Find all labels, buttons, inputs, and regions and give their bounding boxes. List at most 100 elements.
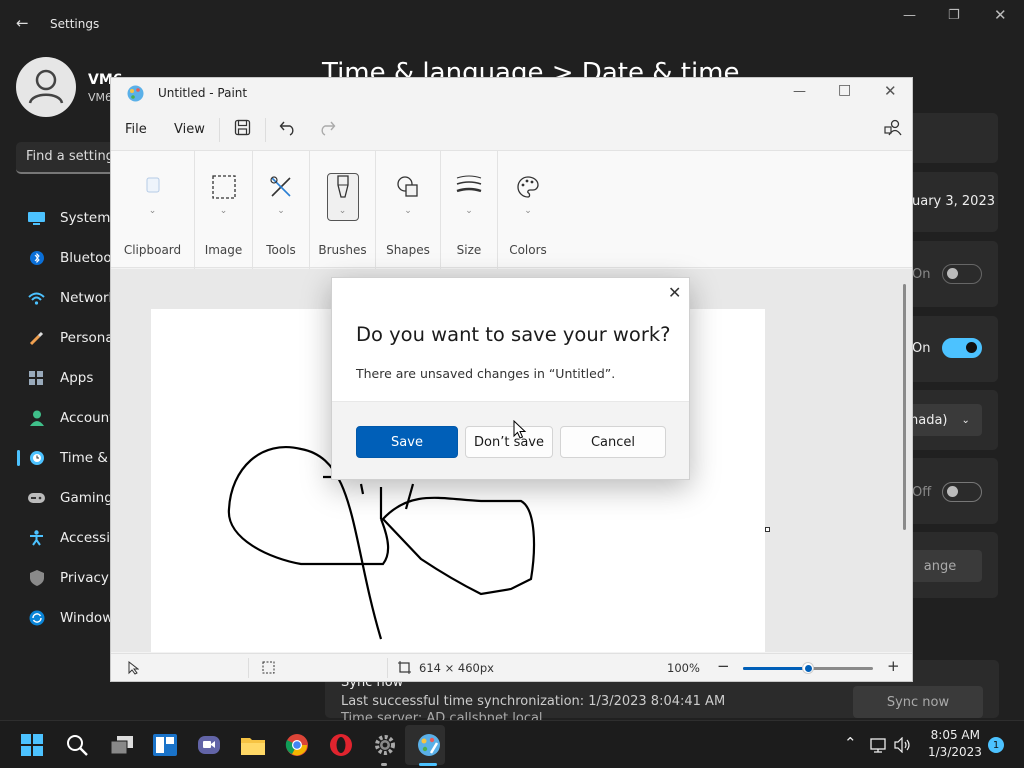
nav-item-gaming[interactable]: Gaming	[0, 478, 115, 518]
mouse-cursor-icon	[513, 420, 527, 439]
toggle-label: On	[912, 341, 931, 356]
status-divider	[387, 658, 388, 678]
nav-label: Network	[60, 290, 117, 306]
paint-minimize-button[interactable]: —	[793, 84, 806, 99]
zoom-slider[interactable]	[743, 662, 873, 674]
undo-icon[interactable]	[279, 119, 297, 136]
dst-toggle[interactable]	[942, 482, 982, 502]
set-timezone-auto-toggle[interactable]	[942, 338, 982, 358]
vertical-scrollbar[interactable]	[903, 284, 906, 530]
nav-item-windows-update[interactable]: Windows Update	[0, 598, 173, 638]
ribbon-group-colors[interactable]: ⌄ Colors	[498, 151, 558, 269]
ribbon-group-tools[interactable]: ⌄ Tools	[253, 151, 310, 269]
nav-label: System	[60, 210, 111, 226]
paint-taskbar-button[interactable]	[417, 733, 441, 757]
nav-item-personalization[interactable]: Personalization	[0, 318, 162, 358]
apps-icon	[28, 370, 45, 387]
task-view-button[interactable]	[110, 733, 134, 757]
current-date-text: uary 3, 2023	[912, 194, 995, 209]
opera-button[interactable]	[329, 733, 353, 757]
save-dialog: ✕ Do you want to save your work? There a…	[331, 277, 690, 480]
user-icon	[28, 69, 64, 104]
chrome-button[interactable]	[285, 733, 309, 757]
menu-view[interactable]: View	[174, 122, 205, 137]
ribbon-group-size[interactable]: ⌄ Size	[441, 151, 498, 269]
paint-maximize-button[interactable]: □	[838, 82, 851, 98]
ribbon-group-image[interactable]: ⌄ Image	[195, 151, 253, 269]
nav-item-bluetooth[interactable]: Bluetooth	[0, 238, 126, 278]
clipboard-icon	[146, 177, 159, 193]
file-explorer-button[interactable]	[241, 733, 265, 757]
taskbar: ⌃ 8:05 AM 1/3/2023 1	[0, 720, 1024, 768]
brush-icon	[28, 330, 45, 347]
widgets-button[interactable]	[153, 733, 177, 757]
teams-chat-button[interactable]	[197, 733, 221, 757]
chevron-down-icon: ⌄	[961, 414, 970, 426]
canvas-size-text: 614 × 460px	[419, 661, 494, 675]
set-time-auto-toggle[interactable]	[942, 264, 982, 284]
nav-item-time-language[interactable]: Time & language	[0, 438, 175, 478]
canvas-resize-handle[interactable]	[765, 527, 770, 532]
nav-item-system[interactable]: System	[0, 198, 115, 238]
network-icon[interactable]	[870, 737, 888, 753]
dialog-close-icon[interactable]: ✕	[668, 283, 681, 302]
zoom-level: 100%	[667, 661, 700, 675]
nav-item-network[interactable]: Network	[0, 278, 117, 318]
sync-now-button[interactable]: Sync now	[853, 686, 983, 718]
paint-title: Untitled - Paint	[158, 86, 248, 100]
back-arrow-icon[interactable]: ←	[16, 14, 29, 32]
update-icon	[28, 610, 45, 627]
chevron-down-icon: ⌄	[404, 206, 412, 216]
active-indicator	[419, 763, 437, 766]
chrome-icon	[285, 734, 308, 756]
search-button[interactable]	[65, 733, 89, 757]
ribbon-group-shapes[interactable]: ⌄ Shapes	[376, 151, 441, 269]
pointer-icon	[128, 661, 139, 675]
paint-close-button[interactable]: ✕	[884, 82, 897, 100]
ribbon-label: Size	[456, 243, 482, 257]
nav-item-accounts[interactable]: Accounts	[0, 398, 122, 438]
windows-logo-icon	[21, 734, 43, 756]
save-icon[interactable]	[234, 119, 251, 136]
nav-item-privacy[interactable]: Privacy & security	[0, 558, 182, 598]
zoom-slider-thumb[interactable]	[802, 662, 814, 674]
settings-title: Settings	[50, 17, 100, 31]
palette-icon	[517, 176, 539, 198]
status-bar: 614 × 460px 100% − +	[111, 653, 912, 681]
shield-icon	[28, 570, 45, 587]
menu-divider	[265, 118, 266, 142]
redo-icon[interactable]	[318, 119, 336, 136]
menu-file[interactable]: File	[125, 122, 147, 137]
settings-taskbar-button[interactable]	[373, 733, 397, 757]
chevron-down-icon: ⌄	[219, 206, 228, 216]
clock-time[interactable]: 8:05 AM	[928, 728, 980, 742]
nav-item-accessibility[interactable]: Accessibility	[0, 518, 143, 558]
zoom-in-icon[interactable]: +	[887, 657, 900, 675]
ribbon-label: Colors	[509, 243, 547, 257]
settings-minimize-button[interactable]: —	[903, 8, 916, 23]
accessibility-icon	[28, 530, 45, 547]
cancel-button[interactable]: Cancel	[560, 426, 666, 458]
settings-close-button[interactable]: ✕	[994, 6, 1007, 24]
dialog-title: Do you want to save your work?	[356, 323, 671, 346]
settings-nav: System Bluetooth Network Personalization…	[0, 198, 182, 638]
dont-save-button[interactable]: Don’t save	[465, 426, 553, 458]
volume-icon[interactable]	[894, 737, 912, 753]
notification-badge[interactable]: 1	[988, 737, 1004, 753]
clock-date[interactable]: 1/3/2023	[928, 745, 982, 759]
account-icon[interactable]	[884, 118, 903, 137]
dialog-footer: Save Don’t save Cancel	[332, 401, 689, 479]
save-button[interactable]: Save	[356, 426, 458, 458]
nav-item-apps[interactable]: Apps	[0, 358, 115, 398]
start-button[interactable]	[20, 733, 44, 757]
sync-now-label: Sync now	[886, 694, 950, 710]
search-icon	[67, 735, 88, 756]
chevron-down-icon: ⌄	[465, 206, 473, 216]
chevron-up-icon[interactable]: ⌃	[844, 734, 857, 752]
ribbon-group-clipboard[interactable]: ⌄ Clipboard	[111, 151, 195, 269]
running-indicator	[381, 763, 387, 766]
zoom-out-icon[interactable]: −	[717, 657, 730, 675]
ribbon-group-brushes[interactable]: ⌄ Brushes	[310, 151, 376, 269]
menu-divider	[219, 118, 220, 142]
settings-maximize-button[interactable]: ❐	[948, 8, 960, 23]
